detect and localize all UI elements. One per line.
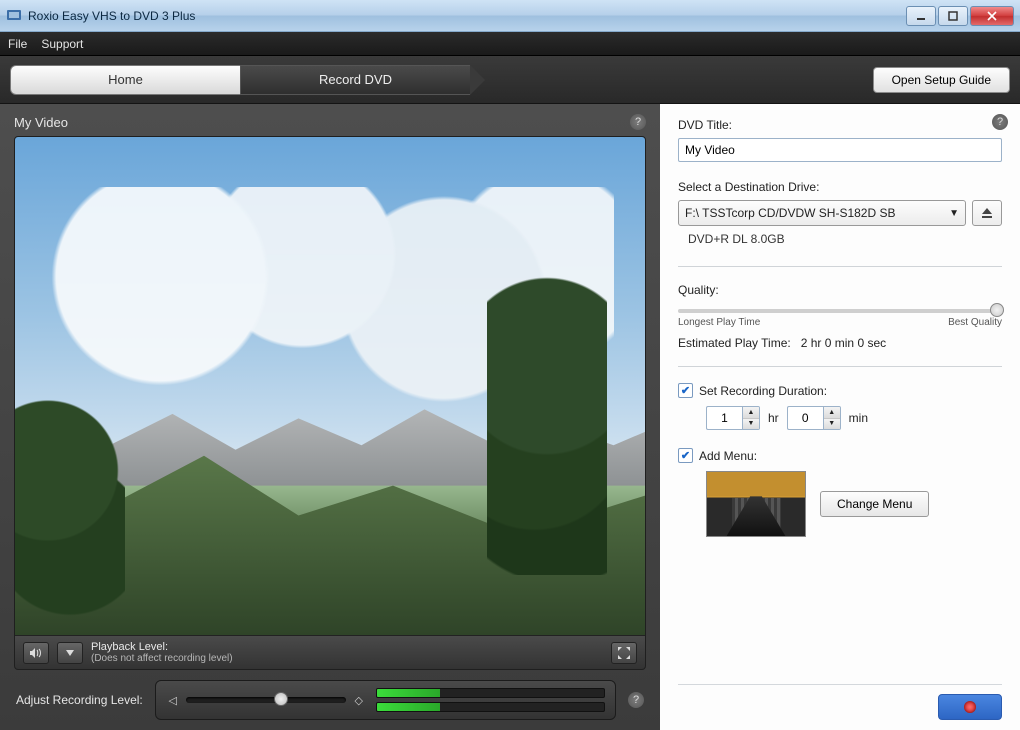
toolbar: Home Record DVD Open Setup Guide [0, 56, 1020, 104]
minimize-button[interactable] [906, 6, 936, 26]
change-menu-button[interactable]: Change Menu [820, 491, 929, 517]
media-info: DVD+R DL 8.0GB [688, 232, 1002, 246]
estimated-value: 2 hr 0 min 0 sec [801, 336, 886, 350]
app-icon [6, 8, 22, 24]
tab-home[interactable]: Home [10, 65, 240, 95]
window-controls [904, 6, 1014, 26]
help-icon[interactable]: ? [630, 114, 646, 130]
duration-inputs: ▲ ▼ hr ▲ ▼ min [706, 406, 1002, 430]
minutes-up-button[interactable]: ▲ [824, 407, 840, 419]
level-meter-right [376, 702, 605, 712]
window-title: Roxio Easy VHS to DVD 3 Plus [28, 9, 904, 23]
dvd-title-label: DVD Title: [678, 118, 1002, 132]
menu-thumbnail [706, 471, 806, 537]
record-icon [964, 701, 976, 713]
settings-panel: ? DVD Title: Select a Destination Drive:… [660, 104, 1020, 730]
bottom-bar [678, 684, 1002, 720]
duration-hours-spinner: ▲ ▼ [742, 406, 760, 430]
recording-slider-group: ◁ ◇ [166, 693, 366, 707]
open-setup-guide-button[interactable]: Open Setup Guide [873, 67, 1010, 93]
estimated-label: Estimated Play Time: [678, 336, 791, 350]
nav-tabs: Home Record DVD [10, 65, 470, 95]
duration-minutes-input[interactable] [787, 406, 823, 430]
app-window: Roxio Easy VHS to DVD 3 Plus File Suppor… [0, 0, 1020, 730]
slider-thumb[interactable] [274, 692, 288, 706]
destination-drive-select[interactable]: F:\ TSSTcorp CD/DVDW SH-S182D SB ▼ [678, 200, 966, 226]
tab-record-dvd[interactable]: Record DVD [240, 65, 470, 95]
hours-up-button[interactable]: ▲ [743, 407, 759, 419]
minutes-down-button[interactable]: ▼ [824, 419, 840, 430]
duration-minutes-spinner: ▲ ▼ [823, 406, 841, 430]
duration-hours-input[interactable] [706, 406, 742, 430]
recording-level-panel: ◁ ◇ [155, 680, 616, 720]
menu-bar: File Support [0, 32, 1020, 56]
menu-file[interactable]: File [8, 37, 27, 51]
set-duration-checkbox[interactable] [678, 383, 693, 398]
menu-support[interactable]: Support [41, 37, 83, 51]
playback-dropdown-button[interactable] [57, 642, 83, 664]
preview-controls: Playback Level: (Does not affect recordi… [15, 635, 645, 669]
hours-unit: hr [768, 411, 779, 425]
preview-frame: Playback Level: (Does not affect recordi… [14, 136, 646, 670]
destination-drive-label: Select a Destination Drive: [678, 180, 1002, 194]
preview-header: My Video ? [14, 114, 646, 130]
dvd-title-input[interactable] [678, 138, 1002, 162]
playback-text: Playback Level: (Does not affect recordi… [91, 641, 233, 664]
preview-title: My Video [14, 115, 68, 130]
eject-button[interactable] [972, 200, 1002, 226]
quality-min-label: Longest Play Time [678, 317, 760, 328]
quality-label: Quality: [678, 283, 1002, 297]
help-icon[interactable]: ? [992, 114, 1008, 130]
preview-panel: My Video ? [0, 104, 660, 730]
add-menu-label: Add Menu: [699, 449, 757, 463]
adjust-recording-label: Adjust Recording Level: [16, 693, 143, 707]
chevron-down-icon: ▼ [949, 208, 959, 219]
hours-down-button[interactable]: ▼ [743, 419, 759, 430]
maximize-button[interactable] [938, 6, 968, 26]
level-meters [376, 688, 605, 712]
main-area: My Video ? [0, 104, 1020, 730]
speaker-icon[interactable] [23, 642, 49, 664]
recording-level-slider[interactable] [186, 697, 346, 703]
quality-slider[interactable] [678, 309, 1002, 313]
playback-level-note: (Does not affect recording level) [91, 653, 233, 664]
fullscreen-icon[interactable] [611, 642, 637, 664]
quality-slider-thumb[interactable] [990, 303, 1004, 317]
add-menu-checkbox[interactable] [678, 448, 693, 463]
recording-level-row: Adjust Recording Level: ◁ ◇ ? [14, 670, 646, 722]
close-button[interactable] [970, 6, 1014, 26]
help-icon[interactable]: ? [628, 692, 644, 708]
destination-drive-value: F:\ TSSTcorp CD/DVDW SH-S182D SB [685, 206, 896, 220]
title-bar: Roxio Easy VHS to DVD 3 Plus [0, 0, 1020, 32]
set-duration-label: Set Recording Duration: [699, 384, 827, 398]
volume-down-icon[interactable]: ◁ [166, 693, 180, 707]
record-button[interactable] [938, 694, 1002, 720]
minutes-unit: min [849, 411, 868, 425]
quality-max-label: Best Quality [948, 317, 1002, 328]
volume-up-icon[interactable]: ◇ [352, 693, 366, 707]
level-meter-left [376, 688, 605, 698]
playback-level-label: Playback Level: [91, 641, 233, 653]
video-preview [15, 137, 645, 635]
